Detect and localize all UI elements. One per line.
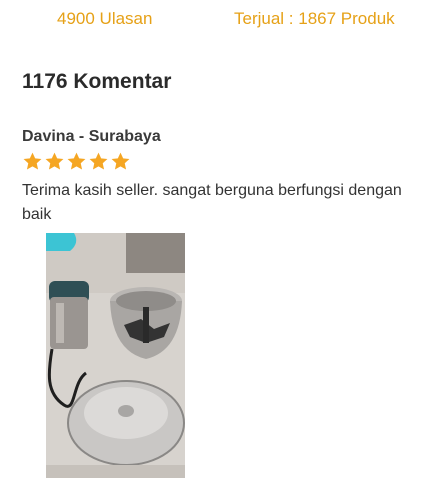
reviewer-name: Davina - Surabaya [22,128,161,145]
review-item: Davina - Surabaya Terima kasih seller. s… [22,127,412,227]
review-text: Terima kasih seller. sangat berguna berf… [22,182,402,223]
product-reviews-page: 4900 Ulasan Terjual : 1867 Produk 1176 K… [0,0,421,500]
comments-heading: 1176 Komentar [22,70,172,93]
review-photo[interactable] [46,233,185,478]
star-icon [66,151,87,172]
sold-count: Terjual : 1867 Produk [234,9,395,28]
star-icon [22,151,43,172]
star-icon [110,151,131,172]
review-stats-row: 4900 Ulasan Terjual : 1867 Produk [0,9,421,35]
star-icon [88,151,109,172]
chopper-photo-illustration [46,233,185,478]
star-rating [22,151,412,173]
reviews-count-link[interactable]: 4900 Ulasan [57,9,152,29]
star-icon [44,151,65,172]
